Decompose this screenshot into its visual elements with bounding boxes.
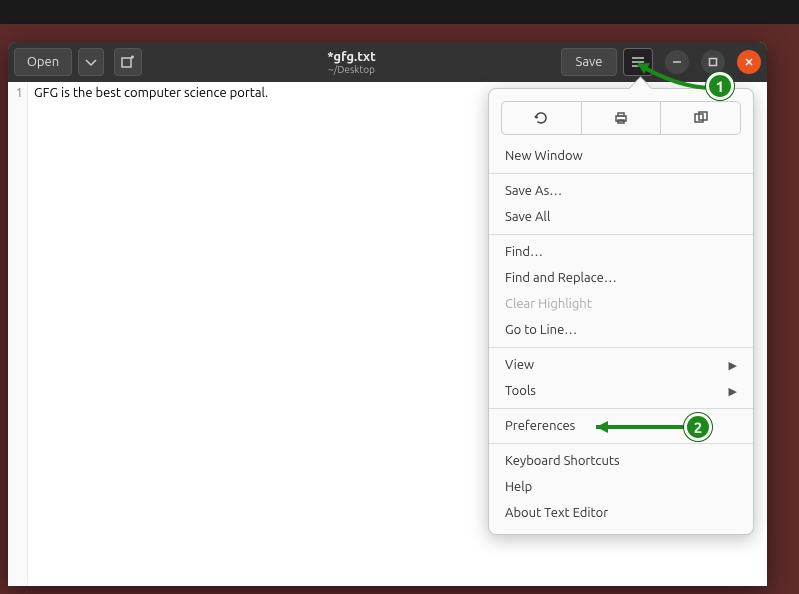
- minimize-icon: [672, 57, 682, 67]
- menu-item-label: New Window: [505, 149, 583, 163]
- menu-item-go-to-line[interactable]: Go to Line…: [489, 317, 753, 343]
- maximize-icon: [708, 57, 718, 67]
- menu-item-label: About Text Editor: [505, 506, 608, 520]
- menu-item-keyboard-shortcuts[interactable]: Keyboard Shortcuts: [489, 448, 753, 474]
- chevron-right-icon: ▶: [729, 359, 737, 372]
- editor-content[interactable]: GFG is the best computer science portal.: [28, 82, 274, 586]
- hamburger-icon: [630, 54, 646, 70]
- menu-item-about-text-editor[interactable]: About Text Editor: [489, 500, 753, 526]
- annotation-badge-2: 2: [684, 413, 712, 441]
- minimize-button[interactable]: [665, 50, 689, 74]
- menu-item-save-as[interactable]: Save As…: [489, 178, 753, 204]
- menu-item-label: Help: [505, 480, 532, 494]
- menu-item-view[interactable]: View ▶: [489, 352, 753, 378]
- open-button[interactable]: Open: [14, 48, 72, 76]
- menu-item-label: Save As…: [505, 184, 562, 198]
- menu-item-label: View: [505, 358, 534, 372]
- reload-icon: [533, 110, 549, 126]
- reload-button[interactable]: [501, 101, 582, 135]
- title-area: *gfg.txt ~/Desktop: [148, 50, 555, 75]
- chevron-right-icon: ▶: [729, 385, 737, 398]
- menu-icon-row: [501, 101, 741, 135]
- fullscreen-icon: [693, 110, 709, 126]
- line-number-gutter: 1: [8, 82, 28, 586]
- menu-item-help[interactable]: Help: [489, 474, 753, 500]
- print-icon: [613, 110, 629, 126]
- menu-item-label: Find…: [505, 245, 543, 259]
- menu-item-label: Clear Highlight: [505, 297, 592, 311]
- new-tab-button[interactable]: [114, 48, 142, 76]
- menu-item-label: Go to Line…: [505, 323, 577, 337]
- menu-item-tools[interactable]: Tools ▶: [489, 378, 753, 404]
- menu-item-label: Save All: [505, 210, 550, 224]
- open-dropdown-button[interactable]: [78, 48, 104, 76]
- menu-separator: [489, 443, 753, 444]
- print-button[interactable]: [581, 102, 661, 134]
- menu-item-new-window[interactable]: New Window: [489, 143, 753, 169]
- document-title: *gfg.txt: [148, 50, 555, 64]
- close-icon: [744, 57, 754, 67]
- menu-separator: [489, 234, 753, 235]
- chevron-down-icon: [83, 54, 99, 70]
- menu-separator: [489, 408, 753, 409]
- save-button[interactable]: Save: [561, 48, 617, 76]
- menu-item-label: Tools: [505, 384, 536, 398]
- menu-item-find[interactable]: Find…: [489, 239, 753, 265]
- menu-separator: [489, 173, 753, 174]
- document-path: ~/Desktop: [148, 64, 555, 75]
- hamburger-menu-button[interactable]: [623, 48, 653, 76]
- annotation-badge-1: 1: [706, 72, 734, 100]
- menu-item-label: Keyboard Shortcuts: [505, 454, 620, 468]
- close-button[interactable]: [737, 50, 761, 74]
- desktop-panel: [0, 0, 799, 24]
- menu-item-label: Find and Replace…: [505, 271, 617, 285]
- hamburger-menu-popover: New Window Save As… Save All Find… Find and …: [488, 88, 754, 535]
- fullscreen-button[interactable]: [660, 102, 740, 134]
- menu-separator: [489, 347, 753, 348]
- maximize-button[interactable]: [701, 50, 725, 74]
- menu-list: New Window Save As… Save All Find… Find and …: [489, 143, 753, 526]
- menu-item-find-and-replace[interactable]: Find and Replace…: [489, 265, 753, 291]
- titlebar: Open *gfg.txt ~/Desktop Save: [8, 42, 767, 82]
- menu-item-clear-highlight: Clear Highlight: [489, 291, 753, 317]
- menu-item-preferences[interactable]: Preferences: [489, 413, 753, 439]
- menu-item-save-all[interactable]: Save All: [489, 204, 753, 230]
- new-tab-icon: [120, 54, 136, 70]
- menu-item-label: Preferences: [505, 419, 575, 433]
